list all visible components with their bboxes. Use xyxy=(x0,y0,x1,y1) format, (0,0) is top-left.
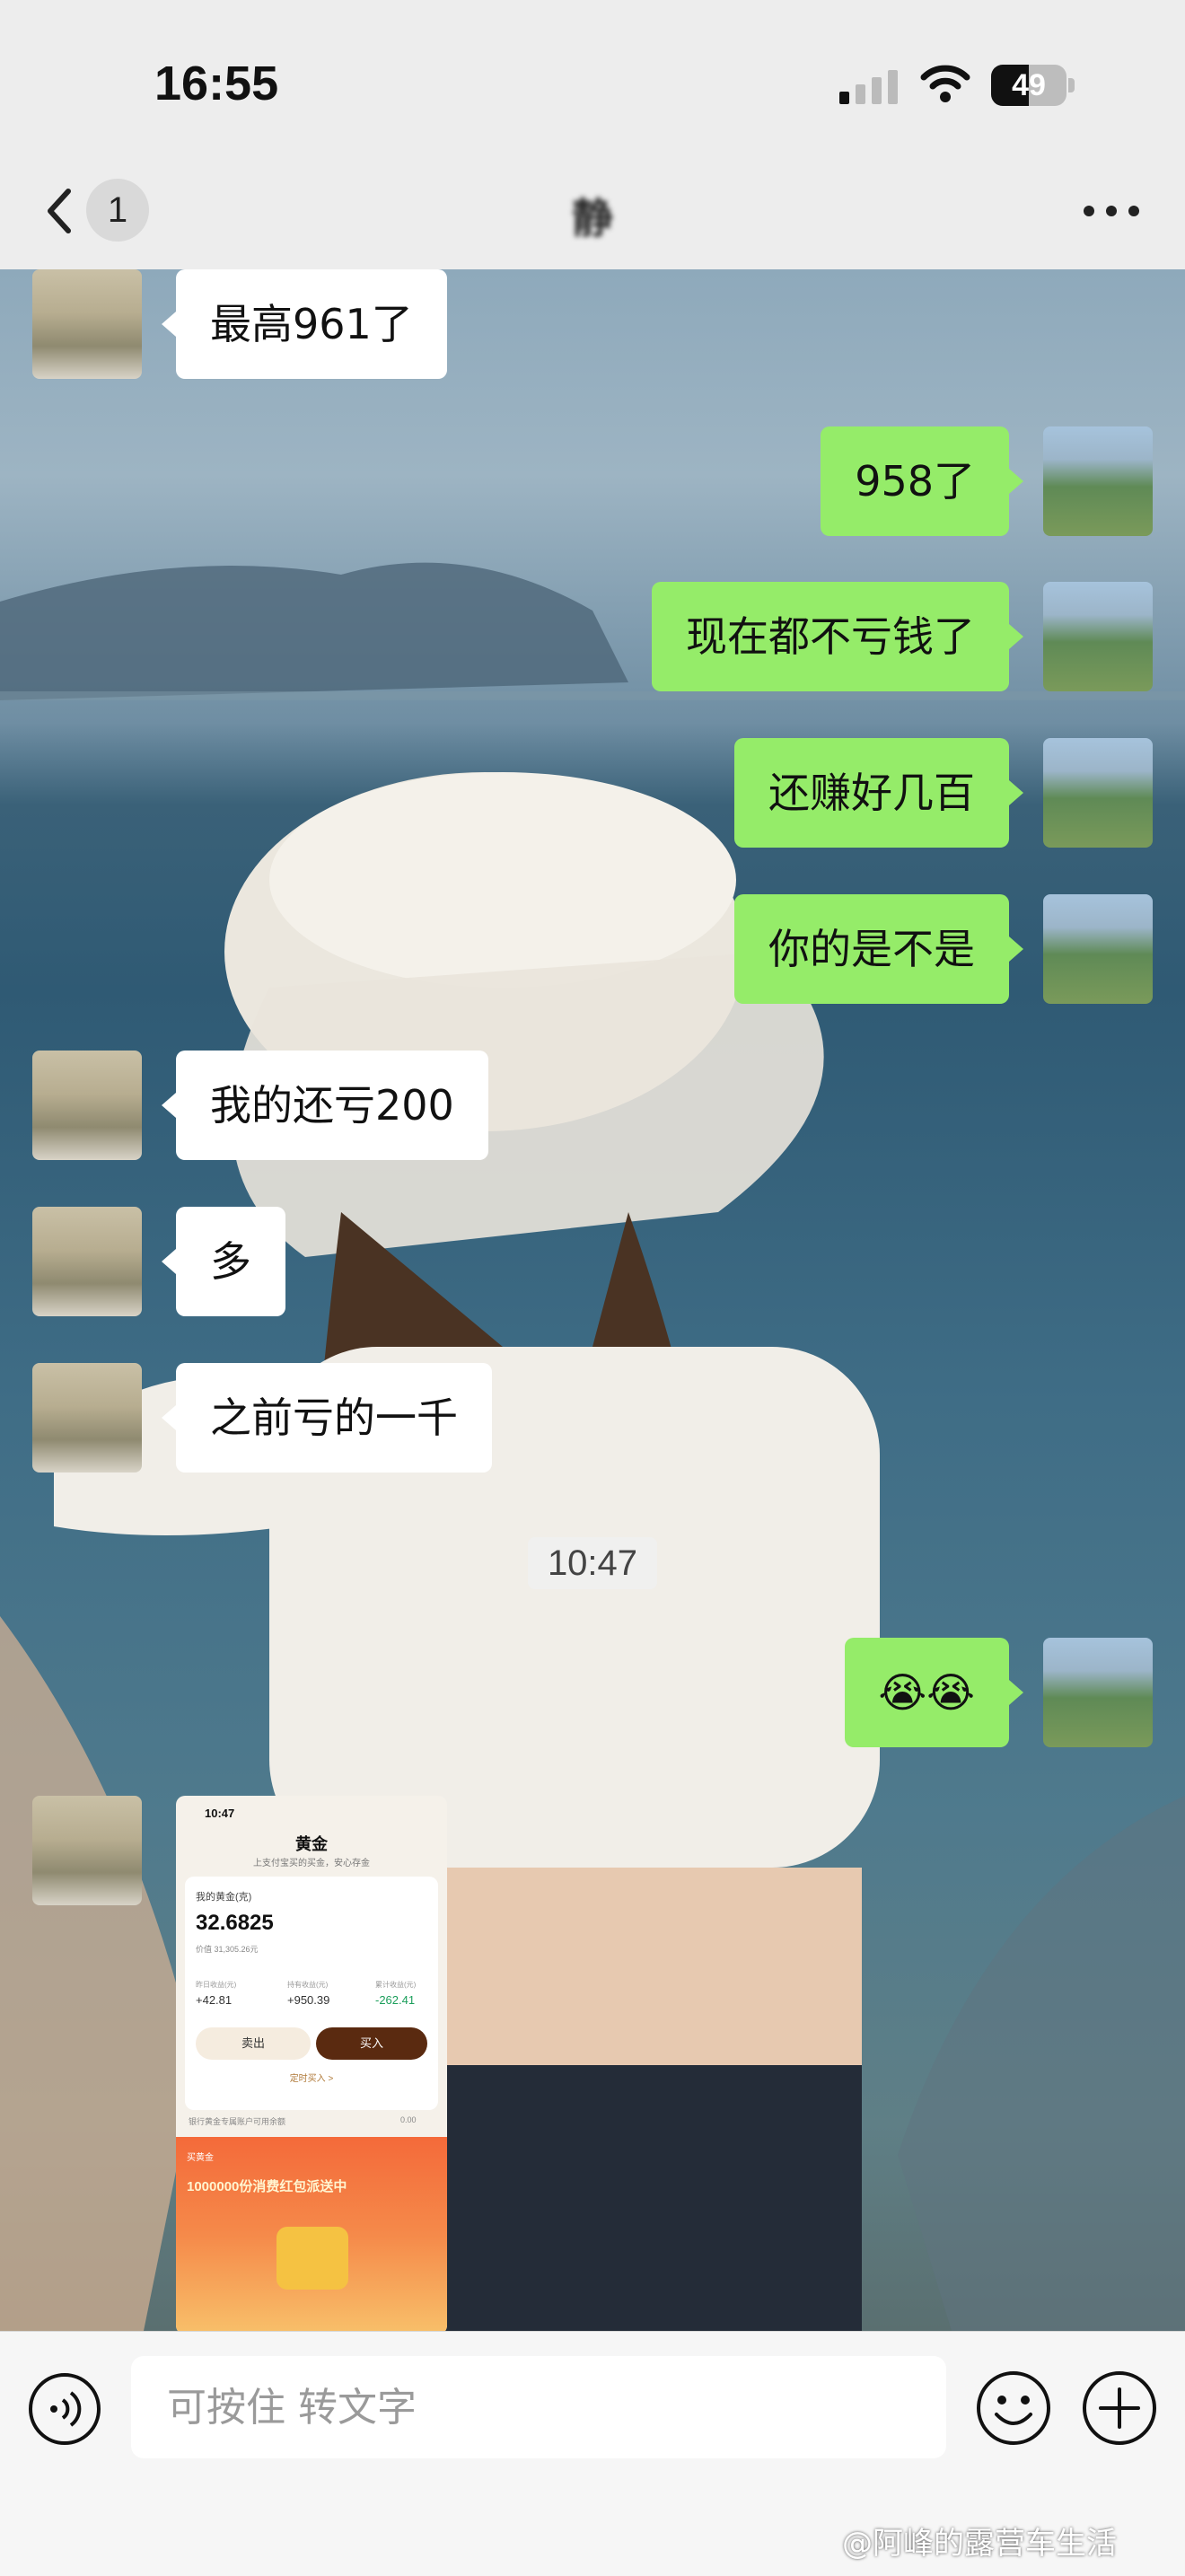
plus-icon xyxy=(1083,2371,1156,2445)
shot-subtitle: 上支付宝买的买金，安心存金 xyxy=(253,1859,370,1868)
emoji-icon xyxy=(977,2371,1050,2445)
shot-stat-value: +950.39 xyxy=(287,1993,330,2007)
chat-title: 静 xyxy=(572,194,613,242)
bubble-tail xyxy=(162,1093,176,1118)
shot-stat-label: 昨日收益(元) xyxy=(196,1981,237,1989)
wifi-icon xyxy=(920,63,970,104)
message-bubble-outgoing[interactable]: 你的是不是 xyxy=(734,894,1009,1004)
message-bubble-incoming[interactable]: 最高961了 xyxy=(176,269,447,379)
bubble-tail xyxy=(162,1405,176,1430)
bubble-tail xyxy=(1009,1680,1023,1705)
shot-buy-button: 买入 xyxy=(316,2027,427,2060)
watermark: @阿峰的露营车生活 xyxy=(842,2526,1117,2562)
message-input[interactable] xyxy=(131,2356,946,2458)
chevron-left-icon xyxy=(48,189,71,233)
shot-my-gold-label: 我的黄金(克) xyxy=(196,1892,252,1903)
battery-icon: 49 xyxy=(991,65,1075,106)
shared-screenshot-image[interactable]: 10:47 黄金 上支付宝买的买金，安心存金 我的黄金(克) 32.6825 价… xyxy=(176,1796,447,2334)
contact-avatar[interactable] xyxy=(32,1796,142,1905)
my-avatar[interactable] xyxy=(1043,582,1153,691)
my-avatar[interactable] xyxy=(1043,894,1153,1004)
message-bubble-incoming[interactable]: 我的还亏200 xyxy=(176,1051,488,1160)
bubble-tail xyxy=(162,312,176,337)
unread-count-badge[interactable]: 1 xyxy=(86,179,149,242)
shot-value-line: 价值 31,305.26元 xyxy=(196,1945,259,1954)
shot-bank-value: 0.00 xyxy=(400,2115,417,2124)
more-options-button[interactable] xyxy=(1080,202,1143,220)
shot-sell-button: 卖出 xyxy=(196,2027,311,2060)
message-bubble-outgoing[interactable]: 还赚好几百 xyxy=(734,738,1009,848)
shot-title: 黄金 xyxy=(295,1835,328,1853)
shot-bank-row: 银行黄金专属账户可用余额 xyxy=(189,2117,286,2126)
my-avatar[interactable] xyxy=(1043,1638,1153,1747)
message-bubble-incoming[interactable]: 多 xyxy=(176,1207,285,1316)
bubble-tail xyxy=(1009,624,1023,649)
bubble-tail xyxy=(1009,469,1023,494)
shot-time: 10:47 xyxy=(205,1807,235,1820)
message-bubble-outgoing[interactable]: 现在都不亏钱了 xyxy=(652,582,1009,691)
message-bubble-outgoing[interactable]: 958了 xyxy=(821,426,1009,536)
shot-stat-value: +42.81 xyxy=(196,1993,233,2007)
contact-avatar[interactable] xyxy=(32,1363,142,1473)
shot-promo-brand: 买黄金 xyxy=(187,2153,214,2163)
signal-icon xyxy=(839,68,900,104)
status-time: 16:55 xyxy=(154,57,279,110)
shot-gold-amount: 32.6825 xyxy=(196,1911,274,1935)
voice-button[interactable] xyxy=(27,2371,102,2447)
emoji-button[interactable] xyxy=(975,2369,1052,2447)
shot-stat-label: 持有收益(元) xyxy=(287,1981,329,1989)
chat-timestamp: 10:47 xyxy=(528,1537,657,1589)
shot-stat-value: -262.41 xyxy=(375,1993,416,2007)
voice-icon xyxy=(29,2373,101,2445)
shot-stat-label: 累计收益(元) xyxy=(375,1981,417,1989)
gift-icon xyxy=(276,2227,348,2290)
more-functions-button[interactable] xyxy=(1081,2369,1158,2447)
contact-avatar[interactable] xyxy=(32,1051,142,1160)
bubble-tail xyxy=(162,1249,176,1274)
shot-auto-buy: 定时买入 > xyxy=(289,2074,334,2084)
contact-avatar[interactable] xyxy=(32,269,142,379)
bubble-tail xyxy=(1009,780,1023,805)
back-button[interactable] xyxy=(36,184,90,238)
bubble-tail xyxy=(1009,936,1023,962)
my-avatar[interactable] xyxy=(1043,426,1153,536)
contact-avatar[interactable] xyxy=(32,1207,142,1316)
message-bubble-incoming[interactable]: 之前亏的一千 xyxy=(176,1363,492,1473)
shot-promo-text: 1000000份消费红包派送中 xyxy=(187,2179,347,2194)
more-icon xyxy=(1084,206,1139,216)
message-bubble-outgoing[interactable]: 😭😭 xyxy=(844,1638,1009,1747)
my-avatar[interactable] xyxy=(1043,738,1153,848)
battery-level: 49 xyxy=(1012,68,1046,102)
